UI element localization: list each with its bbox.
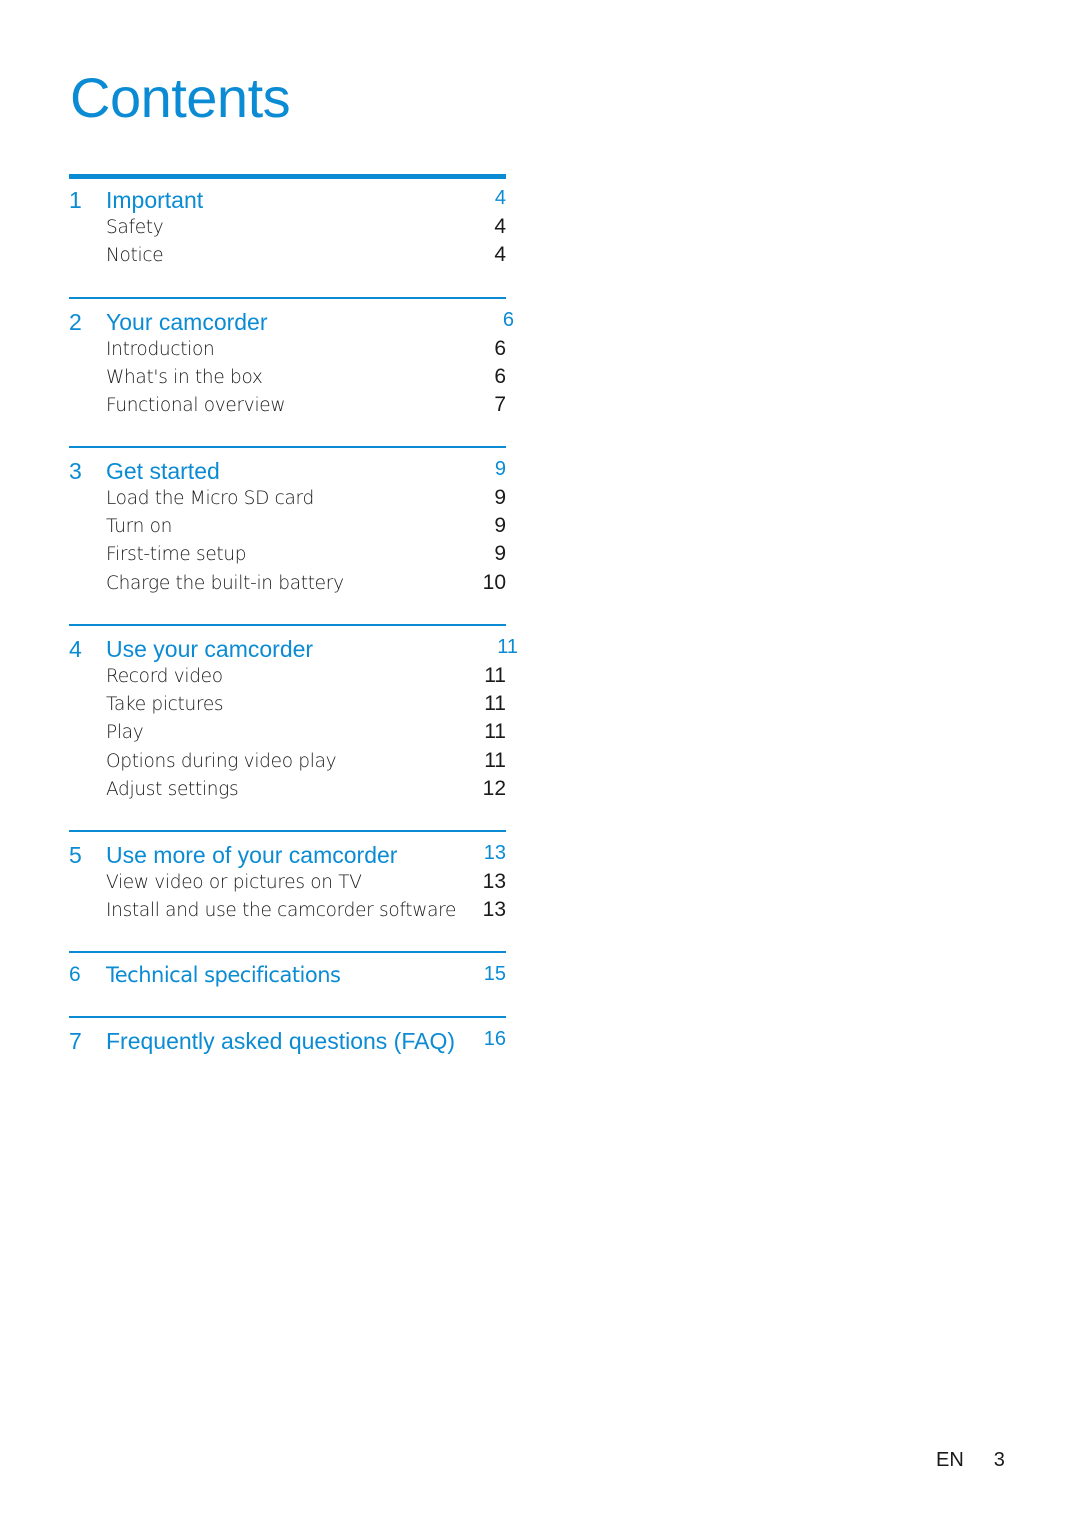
toc-item-page: 11	[484, 691, 506, 715]
page-footer: EN 3	[936, 1449, 1005, 1472]
section-number: 3	[69, 457, 82, 484]
section-title[interactable]: Frequently asked questions (FAQ)	[106, 1028, 455, 1055]
toc-item-page: 11	[484, 663, 506, 687]
toc-section-heading[interactable]: 4 Use your camcorder 11	[69, 635, 518, 666]
toc-item[interactable]: Options during video play 11	[69, 748, 506, 779]
section-page: 13	[483, 841, 506, 864]
toc-item[interactable]: Take pictures 11	[69, 691, 506, 722]
toc-item-page: 13	[482, 897, 506, 921]
toc-item-label[interactable]: Turn on	[106, 516, 172, 537]
section-page: 4	[494, 187, 506, 209]
toc-item-label[interactable]: Load the Micro SD card	[106, 488, 314, 509]
section-title[interactable]: Get started	[106, 458, 220, 485]
toc-item[interactable]: Charge the built-in battery 10	[69, 570, 506, 601]
toc-section: 6 Technical specifications 15	[69, 951, 506, 993]
section-number: 4	[69, 635, 82, 662]
toc-section: 2 Your camcorder 6 Introduction 6 What's …	[69, 297, 514, 424]
page-number: 3	[993, 1449, 1005, 1471]
toc-item-page: 11	[484, 720, 506, 744]
section-title[interactable]: Your camcorder	[106, 309, 268, 336]
page-title: Contents	[70, 66, 291, 129]
toc-section: 3 Get started 9 Load the Micro SD card 9 …	[69, 446, 506, 601]
toc-item-page: 11	[484, 748, 506, 772]
section-page: 15	[483, 962, 506, 985]
section-divider	[69, 174, 506, 179]
toc-section-heading[interactable]: 5 Use more of your camcorder 13	[69, 842, 506, 872]
language-code: EN	[936, 1449, 964, 1471]
toc-item[interactable]: Adjust settings 12	[69, 777, 506, 807]
toc-item[interactable]: Functional overview 7	[69, 393, 506, 423]
toc-section: 4 Use your camcorder 11 Record video 11 T…	[69, 624, 518, 807]
section-number: 6	[69, 962, 81, 986]
section-title[interactable]: Use your camcorder	[106, 636, 313, 663]
toc-item[interactable]: View video or pictures on TV 13	[69, 869, 506, 900]
section-page: 11	[497, 635, 518, 658]
toc-section: 1 Important 4 Safety 4 Notice 4	[69, 174, 506, 274]
section-divider	[69, 1016, 506, 1018]
toc-item-page: 13	[482, 869, 506, 893]
toc-item-page: 7	[494, 393, 506, 417]
toc-item[interactable]: First-time setup 9	[69, 542, 506, 572]
toc-item[interactable]: Play 11	[69, 720, 506, 750]
toc-item[interactable]: Install and use the camcorder software 13	[69, 897, 506, 928]
toc-item-label[interactable]: Functional overview	[106, 395, 286, 416]
toc-item[interactable]: What's in the box 6	[69, 364, 506, 395]
toc-section-heading[interactable]: 6 Technical specifications 15	[69, 963, 506, 993]
section-number: 2	[69, 308, 82, 335]
toc-item-label[interactable]: Safety	[106, 217, 164, 238]
toc-item-label[interactable]: Charge the built-in battery	[106, 573, 344, 594]
toc-item-label[interactable]: Adjust settings	[106, 779, 239, 800]
section-page: 6	[502, 308, 514, 331]
toc-item-label[interactable]: Options during video play	[106, 751, 337, 772]
toc-item-label[interactable]: View video or pictures on TV	[106, 872, 362, 893]
toc-item[interactable]: Safety 4	[69, 215, 506, 245]
toc-item[interactable]: Turn on 9	[69, 513, 506, 544]
section-page: 16	[483, 1027, 506, 1050]
toc-item-page: 4	[494, 215, 506, 238]
toc-section-heading[interactable]: 1 Important 4	[69, 187, 506, 217]
toc-section-heading[interactable]: 7 Frequently asked questions (FAQ) 16	[69, 1028, 506, 1058]
toc-section-heading[interactable]: 3 Get started 9	[69, 458, 506, 488]
toc-item[interactable]: Notice 4	[69, 243, 506, 273]
toc-item-page: 12	[482, 777, 506, 801]
toc-section: 5 Use more of your camcorder 13 View vid…	[69, 830, 506, 928]
section-number: 1	[69, 187, 82, 213]
toc-item-page: 9	[494, 542, 506, 566]
section-title[interactable]: Technical specifications	[106, 963, 341, 987]
section-title[interactable]: Important	[106, 187, 203, 214]
section-number: 7	[69, 1027, 82, 1054]
toc-item-page: 4	[494, 243, 506, 267]
toc-item-page: 6	[494, 364, 506, 388]
section-divider	[69, 446, 506, 448]
toc-section: 7 Frequently asked questions (FAQ) 16	[69, 1016, 506, 1058]
section-divider	[69, 951, 506, 953]
toc-item-page: 9	[494, 485, 506, 509]
section-page: 9	[494, 457, 506, 480]
section-title[interactable]: Use more of your camcorder	[106, 842, 397, 869]
section-divider	[69, 830, 506, 832]
toc-item-label[interactable]: Introduction	[106, 339, 215, 360]
toc-item-label[interactable]: Record video	[106, 666, 223, 687]
toc-item-label[interactable]: First-time setup	[106, 544, 247, 565]
toc-item-label[interactable]: Play	[106, 722, 144, 743]
section-number: 5	[69, 841, 82, 868]
section-divider	[69, 624, 506, 626]
toc-item-page: 6	[494, 336, 506, 360]
toc-item-label[interactable]: Take pictures	[106, 694, 224, 715]
toc-section-heading[interactable]: 2 Your camcorder 6	[69, 308, 514, 339]
toc-item-page: 10	[482, 570, 506, 594]
toc-item[interactable]: Load the Micro SD card 9	[69, 485, 506, 516]
toc-item[interactable]: Introduction 6	[69, 336, 506, 367]
toc-item-label[interactable]: Notice	[106, 245, 164, 266]
toc-item[interactable]: Record video 11	[69, 663, 506, 694]
section-divider	[69, 297, 506, 299]
toc-item-label[interactable]: What's in the box	[106, 367, 263, 388]
toc-item-label[interactable]: Install and use the camcorder software	[106, 900, 456, 921]
toc-item-page: 9	[494, 513, 506, 537]
